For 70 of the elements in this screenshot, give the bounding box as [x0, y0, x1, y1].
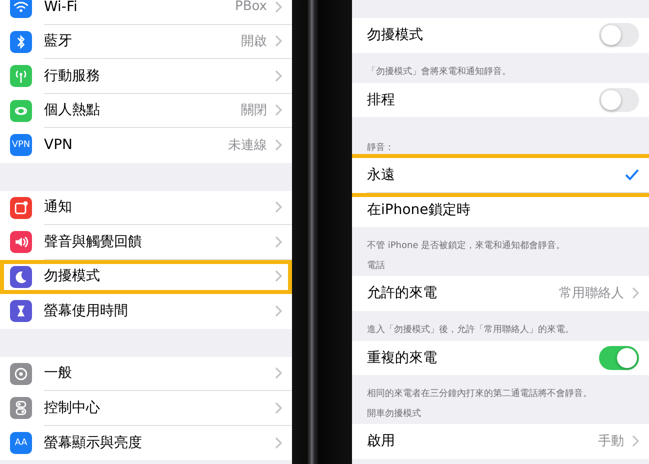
chevron-icon	[275, 402, 282, 414]
row-label: 通知	[44, 198, 73, 216]
row-value: 關閉	[241, 102, 267, 120]
settings-row[interactable]: 排程	[352, 82, 649, 117]
row-label: 藍牙	[44, 32, 73, 50]
row-value: 手動	[598, 433, 624, 450]
row-value: 開啟	[241, 33, 267, 50]
row-label: 排程	[367, 90, 396, 109]
row-label: 聲音與觸覺回饋	[44, 232, 143, 251]
settings-row[interactable]: 螢幕使用時間	[0, 294, 292, 328]
chevron-icon	[275, 139, 282, 152]
app-icon: AA	[10, 432, 32, 454]
row-label: 啟用	[367, 432, 396, 450]
row-label: 在iPhone鎖定時	[367, 200, 472, 219]
toggle-switch[interactable]	[599, 23, 639, 48]
row-label: 勿擾模式	[44, 267, 101, 286]
row-label: 螢幕顯示與亮度	[44, 434, 143, 452]
chevron-icon	[275, 367, 282, 380]
settings-row[interactable]: AA 螢幕顯示與亮度	[0, 426, 292, 460]
section-footer: 相同的來電者在三分鐘內打來的第二通電話將不會靜音。	[367, 389, 592, 399]
section-header: 靜音：	[367, 142, 394, 154]
chevron-icon	[275, 35, 282, 48]
chevron-icon	[632, 287, 639, 300]
settings-row[interactable]: 永遠	[352, 158, 649, 192]
app-icon: VPN	[10, 134, 32, 156]
row-label: 允許的來電	[367, 284, 438, 302]
settings-row[interactable]: 聲音與觸覺回饋	[0, 225, 292, 260]
settings-row[interactable]: 啟用 手動	[352, 424, 649, 458]
chevron-icon	[275, 305, 282, 318]
settings-row[interactable]: VPN VPN 未連線	[0, 128, 292, 162]
row-value: 常用聯絡人	[559, 285, 624, 302]
chevron-icon	[275, 236, 282, 248]
section-footer: 進入「勿擾模式」後，允許「常用聯絡人」的來電。	[367, 324, 574, 334]
section-header: 開車勿擾模式	[367, 408, 421, 420]
chevron-icon	[275, 0, 282, 13]
row-value: 未連線	[228, 137, 267, 154]
settings-row[interactable]: 重複的來電	[352, 340, 649, 375]
settings-row[interactable]: Wi-Fi PBox	[0, 0, 292, 24]
row-label: 個人熱點	[44, 101, 101, 120]
row-label: 重複的來電	[367, 348, 438, 367]
chevron-icon	[632, 435, 639, 448]
settings-row[interactable]: 藍牙 開啟	[0, 24, 292, 59]
row-label: 勿擾模式	[367, 26, 424, 44]
section-footer: 不管 iPhone 是否被鎖定，來電和通知都會靜音。	[367, 241, 566, 251]
settings-row[interactable]: 通知	[0, 190, 292, 225]
chevron-icon	[275, 70, 282, 82]
section-footer: 「勿擾模式」會將來電和通知靜音。	[367, 66, 511, 76]
row-label: 永遠	[367, 166, 396, 184]
row-value: PBox	[234, 0, 267, 14]
row-label: Wi-Fi	[44, 0, 78, 15]
row-label: 螢幕使用時間	[44, 302, 129, 320]
chevron-icon	[275, 436, 282, 449]
chevron-icon	[275, 270, 282, 282]
chevron-icon	[275, 104, 282, 116]
settings-row[interactable]: 行動服務	[0, 59, 292, 94]
row-label: VPN	[44, 137, 74, 154]
toggle-switch[interactable]	[599, 88, 639, 112]
settings-row[interactable]: 在iPhone鎖定時	[352, 192, 649, 227]
settings-row[interactable]: 勿擾模式	[0, 260, 292, 294]
settings-row[interactable]: 勿擾模式	[352, 18, 649, 52]
row-label: 一般	[44, 364, 73, 382]
settings-row[interactable]: 個人熱點 關閉	[0, 94, 292, 128]
row-label: 行動服務	[44, 66, 101, 85]
settings-row[interactable]: 一般	[0, 356, 292, 391]
settings-row[interactable]: 允許的來電 常用聯絡人	[352, 276, 649, 310]
toggle-switch[interactable]	[599, 346, 639, 370]
chevron-icon	[275, 201, 282, 214]
settings-row[interactable]: 控制中心	[0, 391, 292, 426]
row-label: 控制中心	[44, 398, 101, 417]
section-header: 電話	[367, 260, 385, 272]
